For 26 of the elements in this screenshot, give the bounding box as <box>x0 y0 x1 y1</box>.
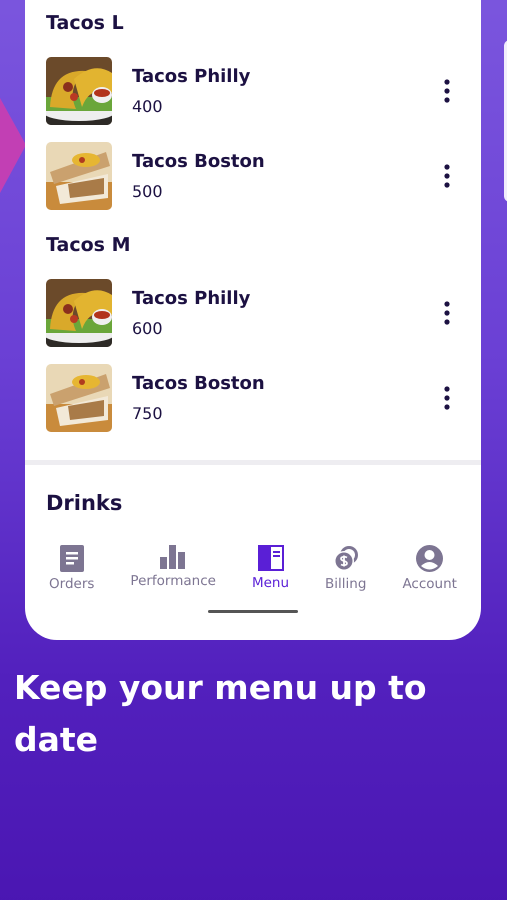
section-title: Tacos L <box>46 11 125 36</box>
nav-tab[interactable]: Billing <box>325 545 366 592</box>
bar-chart-icon <box>160 545 186 569</box>
section-title: Tacos M <box>46 233 132 258</box>
account-icon <box>416 545 444 572</box>
more-options-icon[interactable] <box>443 164 451 188</box>
more-options-icon[interactable] <box>443 300 451 324</box>
headline: Keep your menu up to date <box>13 667 428 761</box>
section-title: Drinks <box>45 490 124 517</box>
item-price: 400 <box>132 96 164 116</box>
item-name: Tacos Philly <box>132 66 252 86</box>
nav-tab[interactable]: Orders <box>49 545 94 592</box>
item-price: 500 <box>132 182 164 200</box>
nav-tab[interactable]: Menu <box>252 545 290 592</box>
coins-icon <box>332 545 359 572</box>
item-price: 750 <box>132 404 164 422</box>
more-options-icon[interactable] <box>443 78 451 102</box>
item-price: 600 <box>132 318 164 338</box>
more-options-icon[interactable] <box>443 386 451 410</box>
nav-tab[interactable]: Performance <box>130 545 216 592</box>
item-name: Tacos Boston <box>132 372 266 394</box>
item-name: Tacos Philly <box>132 288 252 308</box>
book-icon <box>258 545 284 571</box>
document-icon <box>60 545 84 572</box>
nav-tab[interactable]: Account <box>402 545 457 592</box>
item-name: Tacos Boston <box>132 150 266 172</box>
